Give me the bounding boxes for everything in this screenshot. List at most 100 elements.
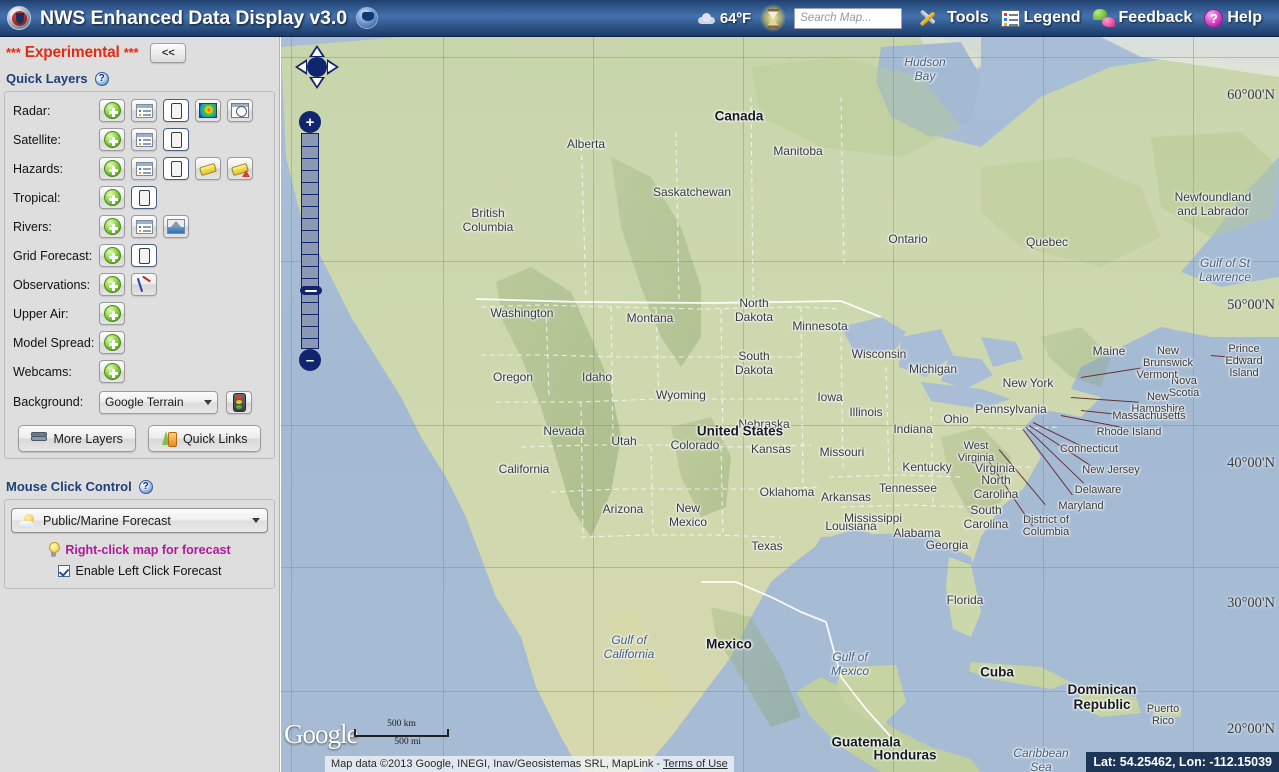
layer-rows: Radar: Satellite: Hazards: Tropical: Rivers:… xyxy=(5,96,274,386)
tools-button[interactable]: Tools xyxy=(919,8,997,28)
layer-row: Upper Air: xyxy=(5,299,274,328)
layer-list-button[interactable] xyxy=(131,215,157,238)
zoom-out-button[interactable]: – xyxy=(299,349,321,371)
layer-row: Tropical: xyxy=(5,183,274,212)
graticule-longitude-line xyxy=(1043,37,1044,772)
zoom-slider-track[interactable] xyxy=(300,133,322,349)
search-input[interactable] xyxy=(794,7,903,29)
layer-add-button[interactable] xyxy=(99,186,125,209)
layer-toggle-button[interactable] xyxy=(131,244,157,267)
layer-toggle-button[interactable] xyxy=(131,186,157,209)
chevron-down-icon xyxy=(252,518,260,523)
panel-buttons: More Layers Quick Links xyxy=(5,425,274,452)
layer-megaphone-button[interactable] xyxy=(195,157,221,180)
background-row: Background: Google Terrain xyxy=(5,386,274,418)
layer-add-button[interactable] xyxy=(99,273,125,296)
layer-add-button[interactable] xyxy=(99,302,125,325)
layer-toggle-button[interactable] xyxy=(163,128,189,151)
layer-list-button[interactable] xyxy=(131,157,157,180)
layer-add-button[interactable] xyxy=(99,331,125,354)
quick-layers-header: Quick Layers ? xyxy=(0,65,279,91)
layer-list-button[interactable] xyxy=(131,128,157,151)
add-icon xyxy=(103,276,121,293)
mouse-click-help-icon[interactable]: ? xyxy=(138,479,153,494)
layer-megaphone-alert-button[interactable] xyxy=(227,157,253,180)
graticule-latitude-line xyxy=(281,567,1279,568)
toggle-icon xyxy=(138,189,150,206)
enable-left-click-checkbox[interactable] xyxy=(57,565,70,577)
background-select[interactable]: Google Terrain xyxy=(99,390,218,414)
cloud-icon xyxy=(697,12,715,24)
experimental-label: *** Experimental *** xyxy=(6,44,139,62)
pan-right-icon[interactable] xyxy=(327,59,339,75)
mouse-click-select[interactable]: Public/Marine Forecast xyxy=(11,508,268,533)
terms-of-use-link[interactable]: Terms of Use xyxy=(663,758,728,770)
enable-left-click-row[interactable]: Enable Left Click Forecast xyxy=(11,564,268,578)
layer-name: Radar: xyxy=(13,103,51,118)
map-viewport[interactable]: 60°00'N 50°00'N 40°00'N 30°00'N 20°00'N Cana… xyxy=(281,37,1279,772)
help-button[interactable]: ? Help xyxy=(1204,8,1271,28)
list-icon xyxy=(135,219,153,234)
layer-add-button[interactable] xyxy=(99,360,125,383)
layer-name: Webcams: xyxy=(13,364,72,379)
pan-up-icon[interactable] xyxy=(309,45,325,57)
list-icon xyxy=(135,103,153,118)
zoom-slider-thumb[interactable] xyxy=(300,286,322,295)
legend-button[interactable]: Legend xyxy=(1000,9,1090,27)
feedback-button[interactable]: Feedback xyxy=(1092,9,1202,27)
add-icon xyxy=(103,102,121,119)
layer-river-gauge-button[interactable] xyxy=(163,215,189,238)
collapse-sidebar-button[interactable]: << xyxy=(150,43,187,63)
zoom-tick xyxy=(302,230,318,231)
quick-links-button[interactable]: Quick Links xyxy=(147,425,261,452)
layer-add-button[interactable] xyxy=(99,128,125,151)
megaphone-alert-icon xyxy=(231,162,250,177)
enable-left-click-label: Enable Left Click Forecast xyxy=(75,564,222,578)
layer-name: Grid Forecast: xyxy=(13,248,93,263)
layer-add-button[interactable] xyxy=(99,157,125,180)
layer-add-button[interactable] xyxy=(99,99,125,122)
more-layers-button[interactable]: More Layers xyxy=(18,425,136,452)
layer-time-loop-button[interactable] xyxy=(227,99,253,122)
layer-name: Rivers: xyxy=(13,219,52,234)
temperature-readout: 64ºF xyxy=(697,10,751,27)
background-value: Google Terrain xyxy=(105,395,184,409)
north-america-landmass xyxy=(281,37,1279,772)
forecast-hint: Right-click map for forecast xyxy=(11,542,268,557)
scale-imperial-label: 500 mi xyxy=(394,737,421,747)
scale-metric-bar xyxy=(354,729,449,737)
graticule-longitude-line xyxy=(291,37,292,772)
pan-control[interactable] xyxy=(295,45,339,89)
zoom-control[interactable]: + – xyxy=(299,111,322,371)
graticule-latitude-line xyxy=(281,57,1279,58)
layer-list-button[interactable] xyxy=(131,99,157,122)
legend-list-icon xyxy=(1000,9,1020,27)
layer-add-button[interactable] xyxy=(99,215,125,238)
add-icon xyxy=(103,334,121,351)
coordinate-readout: Lat: 54.25462, Lon: -112.15039 xyxy=(1086,752,1279,772)
add-icon xyxy=(103,160,121,177)
layer-toggle-button[interactable] xyxy=(163,157,189,180)
pan-center[interactable] xyxy=(307,57,327,77)
graticule-longitude-line xyxy=(443,37,444,772)
zoom-in-button[interactable]: + xyxy=(299,111,321,133)
hispaniola xyxy=(1077,692,1141,717)
quick-layers-help-icon[interactable]: ? xyxy=(94,71,109,86)
time-loop-icon xyxy=(231,103,249,118)
pan-down-icon[interactable] xyxy=(309,77,325,89)
layer-radar-image-button[interactable] xyxy=(195,99,221,122)
more-layers-label: More Layers xyxy=(53,431,123,446)
layer-toggle-button[interactable] xyxy=(163,99,189,122)
layer-add-button[interactable] xyxy=(99,244,125,267)
pan-left-icon[interactable] xyxy=(295,59,307,75)
mouse-click-header: Mouse Click Control ? xyxy=(0,473,279,499)
zoom-tick xyxy=(302,170,318,171)
layer-wind-barb-button[interactable] xyxy=(131,273,157,296)
page-title: NWS Enhanced Data Display v3.0 xyxy=(40,6,347,29)
layer-row: Satellite: xyxy=(5,125,274,154)
experimental-text: Experimental xyxy=(24,44,120,61)
scale-bar: 500 km 500 mi xyxy=(354,719,449,747)
traffic-layer-button[interactable] xyxy=(226,390,252,414)
noaa-badge-icon xyxy=(355,7,378,29)
add-icon xyxy=(103,218,121,235)
